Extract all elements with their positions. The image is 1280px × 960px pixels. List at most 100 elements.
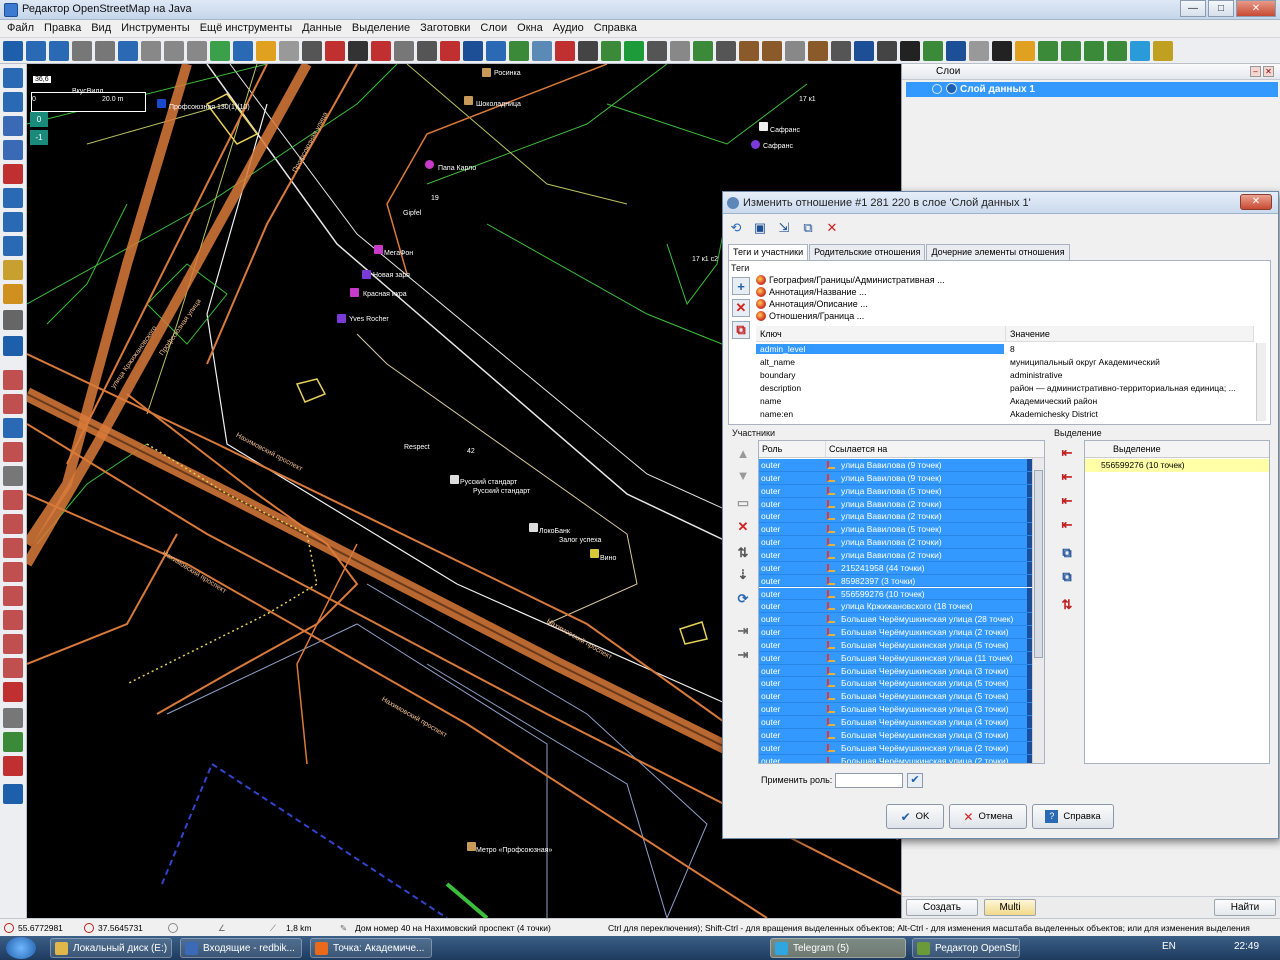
duplicate-icon[interactable]: ⧉: [799, 219, 817, 237]
member-role[interactable]: outer: [761, 499, 780, 509]
toolbar-tool-icon[interactable]: [279, 40, 299, 61]
member-row[interactable]: outer Большая Черёмушкинская улица (28 то…: [759, 613, 1033, 627]
map-mode-tool-icon[interactable]: [3, 490, 23, 510]
map-mode-tool-icon[interactable]: [3, 394, 23, 414]
value-column-header[interactable]: Значение: [1006, 326, 1254, 342]
toolbar-tool-icon[interactable]: [969, 40, 989, 61]
toolbar-tool-icon[interactable]: [716, 40, 736, 61]
member-row[interactable]: outer Большая Черёмушкинская улица (11 то…: [759, 651, 1033, 665]
preset-link[interactable]: Аннотация/Описание ...: [756, 299, 868, 309]
map-mode-tool-icon[interactable]: [3, 708, 23, 728]
map-mode-tool-icon[interactable]: [3, 68, 23, 88]
ok-button[interactable]: ✔ OK: [886, 804, 944, 829]
tag-row[interactable]: description район — административно-терр…: [756, 382, 1254, 395]
member-row[interactable]: outer улица Вавилова (5 точек): [759, 523, 1033, 537]
toolbar-tool-icon[interactable]: [946, 40, 966, 61]
member-role[interactable]: outer: [761, 756, 780, 763]
map-mode-tool-icon[interactable]: [3, 732, 23, 752]
map-mode-tool-icon[interactable]: [3, 466, 23, 486]
minimize-button[interactable]: —: [1180, 0, 1206, 17]
find-button[interactable]: Найти: [1214, 899, 1276, 916]
map-mode-tool-icon[interactable]: [3, 370, 23, 390]
toolbar-tool-icon[interactable]: [325, 40, 345, 61]
member-row[interactable]: outer Большая Черёмушкинская улица (5 точ…: [759, 638, 1033, 652]
menu-help[interactable]: Справка: [589, 20, 642, 37]
member-role[interactable]: outer: [761, 576, 780, 586]
add-at-end-icon[interactable]: ⇤: [1058, 516, 1076, 534]
zoom-in-button[interactable]: 0: [30, 112, 48, 127]
document-icon[interactable]: ▭: [734, 494, 752, 512]
member-role[interactable]: outer: [761, 691, 780, 701]
add-tag-button[interactable]: +: [732, 277, 750, 295]
map-mode-tool-icon[interactable]: [3, 284, 23, 304]
selection-column-header[interactable]: Выделение: [1085, 441, 1269, 458]
map-mode-tool-icon[interactable]: [3, 116, 23, 136]
member-role[interactable]: outer: [761, 563, 780, 573]
selection-row[interactable]: 556599276 (10 точек): [1085, 459, 1269, 472]
tag-row[interactable]: name:en Akademichesky District: [756, 408, 1254, 421]
maximize-button[interactable]: □: [1208, 0, 1234, 17]
menu-layers[interactable]: Слои: [475, 20, 512, 37]
add-at-start-icon[interactable]: ⇤: [1058, 444, 1076, 462]
toolbar-tool-icon[interactable]: [532, 40, 552, 61]
help-button[interactable]: ? Справка: [1032, 804, 1114, 829]
member-row[interactable]: outer Большая Черёмушкинская улица (4 точ…: [759, 716, 1033, 729]
map-mode-tool-icon[interactable]: [3, 784, 23, 804]
taskbar-item-browser[interactable]: Точка: Академиче...: [310, 938, 432, 958]
minimize-panel-icon[interactable]: –: [1250, 66, 1261, 77]
menu-presets[interactable]: Заготовки: [415, 20, 475, 37]
menu-edit[interactable]: Правка: [39, 20, 86, 37]
member-role[interactable]: outer: [761, 511, 780, 521]
toolbar-tool-icon[interactable]: [1015, 40, 1035, 61]
move-down-icon[interactable]: ▼: [734, 466, 752, 484]
member-row[interactable]: outer 215241958 (44 точки): [759, 561, 1033, 575]
tag-row[interactable]: boundary administrative: [756, 369, 1254, 382]
close-button[interactable]: ✕: [1236, 0, 1276, 17]
toolbar-tool-icon[interactable]: [900, 40, 920, 61]
toolbar-tool-icon[interactable]: [233, 40, 253, 61]
member-role[interactable]: outer: [761, 460, 780, 470]
taskbar-item-explorer[interactable]: Локальный диск (E:): [50, 938, 172, 958]
toolbar-tool-icon[interactable]: [187, 40, 207, 61]
add-selected-icon[interactable]: ⧉: [1058, 544, 1076, 562]
map-mode-tool-icon[interactable]: [3, 92, 23, 112]
clock[interactable]: 22:49: [1234, 941, 1259, 952]
toolbar-tool-icon[interactable]: [923, 40, 943, 61]
member-row[interactable]: outer 556599276 (10 точек): [759, 587, 1033, 601]
toolbar-tool-icon[interactable]: [1084, 40, 1104, 61]
member-role[interactable]: outer: [761, 589, 780, 599]
taskbar-item-mail[interactable]: Входящие - redbik...: [180, 938, 302, 958]
tab-tags-members[interactable]: Теги и участники: [728, 244, 809, 260]
member-role[interactable]: outer: [761, 473, 780, 483]
menu-view[interactable]: Вид: [86, 20, 116, 37]
download-icon[interactable]: ⟳: [734, 590, 752, 608]
sort-selection-icon[interactable]: ⇅: [1058, 596, 1076, 614]
menu-selection[interactable]: Выделение: [347, 20, 415, 37]
member-role[interactable]: outer: [761, 743, 780, 753]
map-mode-tool-icon[interactable]: [3, 586, 23, 606]
toolbar-tool-icon[interactable]: [877, 40, 897, 61]
map-mode-tool-icon[interactable]: [3, 756, 23, 776]
toolbar-tool-icon[interactable]: [601, 40, 621, 61]
member-role[interactable]: outer: [761, 486, 780, 496]
toolbar-tool-icon[interactable]: [670, 40, 690, 61]
member-row[interactable]: outer улица Вавилова (2 точки): [759, 497, 1033, 511]
toolbar-tool-icon[interactable]: [486, 40, 506, 61]
toolbar-tool-icon[interactable]: [578, 40, 598, 61]
tag-row[interactable]: name Академический район: [756, 395, 1254, 408]
taskbar-item-telegram[interactable]: Telegram (5): [770, 938, 906, 958]
member-role[interactable]: outer: [761, 653, 780, 663]
member-row[interactable]: outer улица Вавилова (2 точки): [759, 536, 1033, 549]
member-row[interactable]: outer Большая Черёмушкинская улица (3 точ…: [759, 664, 1033, 678]
map-mode-tool-icon[interactable]: [3, 610, 23, 630]
members-scrollbar[interactable]: [1032, 458, 1044, 763]
toolbar-tool-icon[interactable]: [394, 40, 414, 61]
preset-link[interactable]: География/Границы/Административная ...: [756, 275, 945, 285]
delete-icon[interactable]: ✕: [823, 219, 841, 237]
map-mode-tool-icon[interactable]: [3, 538, 23, 558]
remove-selected-icon[interactable]: ⧉: [1058, 568, 1076, 586]
member-row[interactable]: outer Большая Черёмушкинская улица (3 точ…: [759, 703, 1033, 716]
toolbar-tool-icon[interactable]: [118, 40, 138, 61]
close-panel-icon[interactable]: ✕: [1263, 66, 1274, 77]
toolbar-tool-icon[interactable]: [371, 40, 391, 61]
